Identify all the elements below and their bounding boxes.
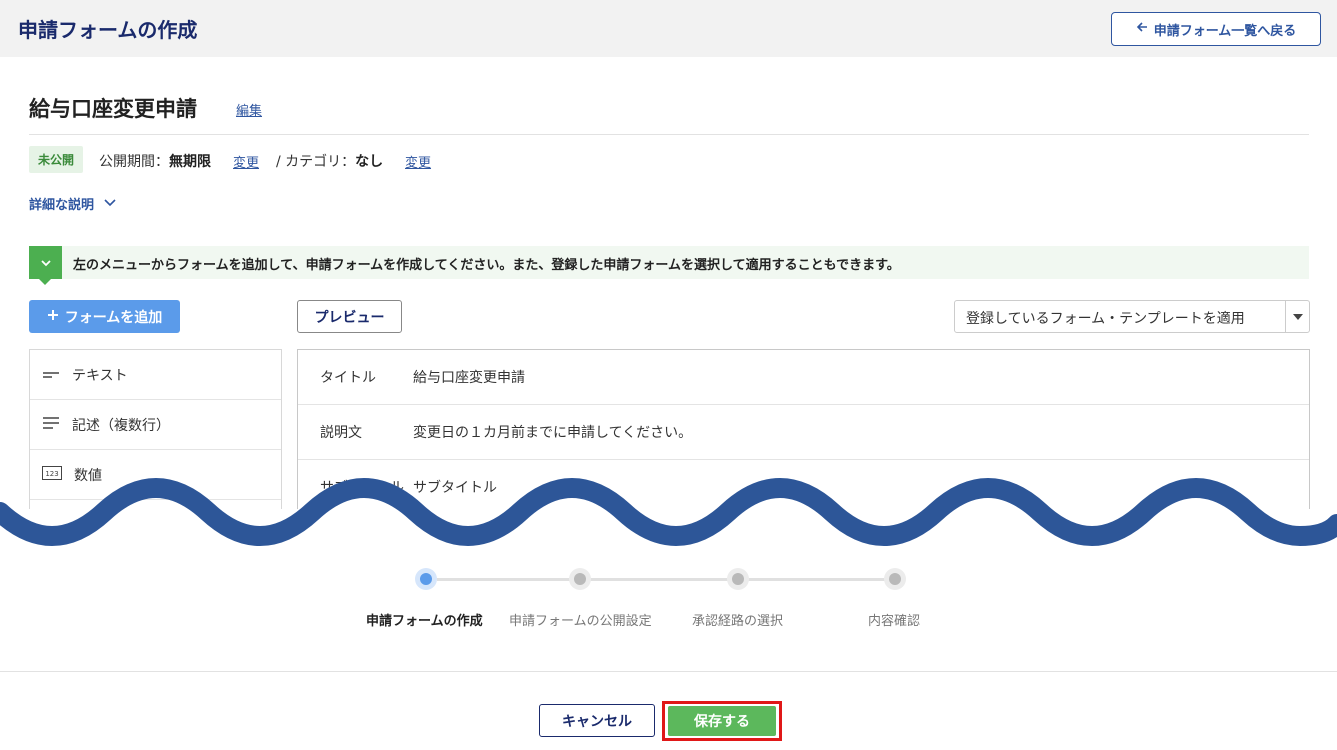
change-period-link[interactable]: 変更 — [233, 152, 259, 171]
step-label-3: 承認経路の選択 — [692, 614, 784, 629]
back-button-label: 申請フォーム一覧へ戻る — [1153, 23, 1297, 39]
field-value: 変更日の１カ月前までに申請してください。 — [413, 425, 693, 441]
page-title: 申請フォームの作成 — [18, 18, 198, 42]
cancel-button[interactable]: キャンセル — [539, 704, 655, 737]
stepper-line — [437, 578, 885, 581]
status-badge: 未公開 — [29, 146, 83, 173]
publish-period: 公開期間：無期限 — [99, 151, 211, 171]
step-dot-2 — [569, 568, 591, 590]
category-label: / カテゴリ： — [276, 154, 356, 170]
step-label-2: 申請フォームの公開設定 — [509, 614, 652, 629]
plus-icon — [47, 309, 59, 325]
change-category-link[interactable]: 変更 — [405, 152, 431, 171]
category-value: なし — [355, 154, 384, 170]
field-key: タイトル — [320, 370, 376, 386]
add-form-button[interactable]: フォームを追加 — [29, 300, 180, 333]
apply-template-select[interactable]: 登録しているフォーム・テンプレートを適用 — [954, 300, 1310, 333]
back-to-list-button[interactable]: 申請フォーム一覧へ戻る — [1111, 12, 1321, 46]
preview-button[interactable]: プレビュー — [297, 300, 402, 333]
menu-item-multiline[interactable]: 記述（複数行） — [30, 400, 281, 450]
multiline-text-icon — [42, 416, 60, 434]
publish-period-value: 無期限 — [169, 154, 211, 170]
save-button[interactable]: 保存する — [668, 706, 776, 736]
field-row-title[interactable]: タイトル 給与口座変更申請 — [298, 350, 1309, 405]
dropdown-caret-icon[interactable] — [1285, 301, 1309, 332]
field-row-description[interactable]: 説明文 変更日の１カ月前までに申請してください。 — [298, 405, 1309, 460]
step-dot-1 — [415, 568, 437, 590]
field-key: 説明文 — [320, 425, 362, 441]
footer-divider — [0, 671, 1337, 672]
step-dot-4 — [884, 568, 906, 590]
apply-template-label: 登録しているフォーム・テンプレートを適用 — [966, 311, 1245, 327]
arrow-left-icon — [1136, 21, 1148, 37]
chevron-down-icon — [40, 256, 51, 270]
step-label-1: 申請フォームの作成 — [366, 614, 483, 629]
chevron-down-icon — [104, 196, 116, 211]
publish-period-label: 公開期間： — [99, 154, 169, 170]
collapse-notice-button[interactable] — [29, 246, 62, 279]
short-text-icon — [42, 367, 60, 383]
category: / カテゴリ：なし — [276, 151, 383, 171]
top-bar: 申請フォームの作成 申請フォーム一覧へ戻る — [0, 0, 1337, 57]
add-form-label: フォームを追加 — [64, 309, 163, 326]
menu-item-label: テキスト — [72, 367, 128, 384]
step-label-4: 内容確認 — [868, 614, 921, 629]
field-value: 給与口座変更申請 — [413, 370, 525, 386]
form-name: 給与口座変更申請 — [29, 97, 197, 121]
edit-name-link[interactable]: 編集 — [236, 100, 262, 119]
info-notice: 左のメニューからフォームを追加して、申請フォームを作成してください。また、登録し… — [29, 246, 1309, 285]
notice-text: 左のメニューからフォームを追加して、申請フォームを作成してください。また、登録し… — [73, 258, 900, 273]
wave-separator — [0, 477, 1337, 562]
divider — [29, 134, 1309, 135]
detail-description-label: 詳細な説明 — [29, 198, 95, 213]
menu-item-label: 記述（複数行） — [72, 417, 170, 434]
menu-item-text[interactable]: テキスト — [30, 350, 281, 400]
step-dot-3 — [727, 568, 749, 590]
notice-tag-tail — [39, 279, 51, 285]
detail-description-toggle[interactable]: 詳細な説明 — [29, 194, 116, 213]
